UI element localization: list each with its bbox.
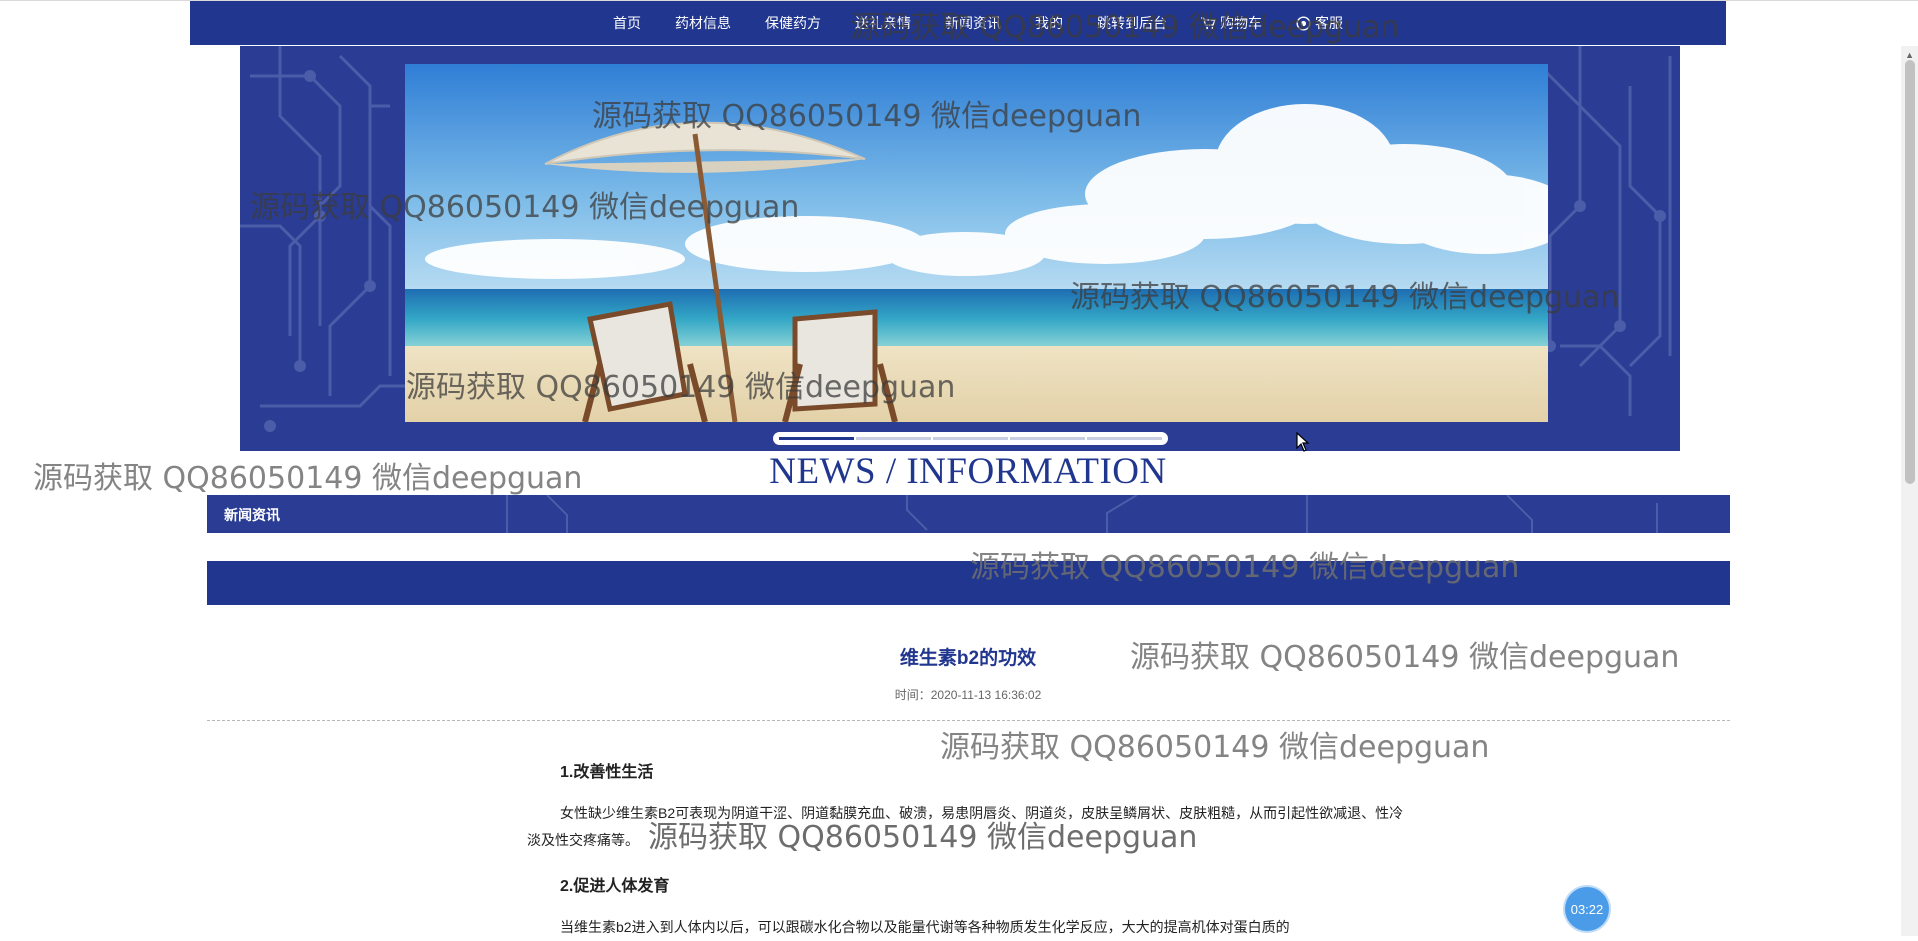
scroll-up-arrow-icon[interactable]: ▲ (1905, 50, 1914, 60)
section-body: 当维生素b2进入到人体内以后，可以跟碳水化合物以及能量代谢等各种物质发生化学反应… (560, 919, 1290, 935)
news-section-bar: 新闻资讯 (207, 495, 1730, 533)
section-bar-pattern (506, 495, 1658, 533)
nav-item-cart[interactable]: 购物车 (1184, 13, 1279, 33)
section-heading: 2.促进人体发育 (560, 878, 670, 895)
nav-item-label: 我的 (1035, 15, 1063, 31)
nav-item-label: 客服 (1315, 15, 1343, 31)
content-header-band (207, 561, 1730, 605)
nav-item-gifts[interactable]: 送礼亲情 (838, 13, 928, 33)
mouse-cursor-icon (1296, 432, 1310, 452)
banner-slide[interactable] (405, 64, 1548, 422)
section-heading: 1.改善性生活 (560, 764, 654, 781)
article-title: 维生素b2的功效 (899, 648, 1037, 669)
beach-image (405, 64, 1548, 422)
nav-item-support[interactable]: 客服 (1279, 13, 1360, 33)
timer-badge[interactable]: 03:22 (1565, 887, 1609, 931)
article-divider (207, 720, 1730, 721)
carousel-dot[interactable] (1010, 437, 1085, 440)
nav-item-home[interactable]: 首页 (596, 13, 658, 33)
carousel-dot[interactable] (856, 437, 931, 440)
carousel-dot[interactable] (933, 437, 1008, 440)
section-title: 新闻资讯 (224, 507, 280, 523)
support-icon (1296, 15, 1311, 31)
nav-item-mine[interactable]: 我的 (1018, 13, 1080, 33)
nav-item-label: 购物车 (1220, 15, 1262, 31)
nav-item-news[interactable]: 新闻资讯 (928, 13, 1018, 33)
news-english-title: NEWS / INFORMATION (769, 451, 1167, 492)
carousel-dot[interactable] (779, 437, 854, 440)
nav-item-label: 首页 (613, 15, 641, 31)
nav-item-health-prescriptions[interactable]: 保健药方 (748, 13, 838, 33)
time-label: 时间： (894, 688, 931, 702)
main-nav: 首页 药材信息 保健药方 送礼亲情 新闻资讯 我的 跳转到后台 购物车 客服 (190, 1, 1726, 45)
section-body: 女性缺少维生素B2可表现为阴道干涩、阴道黏膜充血、破溃，易患阴唇炎、阴道炎，皮肤… (527, 805, 1404, 848)
nav-item-admin[interactable]: 跳转到后台 (1080, 13, 1184, 33)
cart-icon (1201, 16, 1216, 29)
article-content: 1.改善性生活 女性缺少维生素B2可表现为阴道干涩、阴道黏膜充血、破溃，易患阴唇… (527, 758, 1411, 941)
carousel-indicators (773, 432, 1168, 445)
article-time: 时间：2020-11-13 16:36:02 (0, 686, 1918, 703)
nav-item-label: 新闻资讯 (945, 15, 1001, 31)
nav-item-herb-info[interactable]: 药材信息 (658, 13, 748, 33)
time-value: 2020-11-13 16:36:02 (930, 688, 1042, 702)
nav-item-label: 跳转到后台 (1097, 15, 1167, 31)
nav-item-label: 送礼亲情 (855, 15, 911, 31)
hero-banner (240, 46, 1680, 451)
scrollbar-thumb[interactable] (1905, 60, 1915, 484)
nav-item-label: 药材信息 (675, 15, 731, 31)
nav-item-label: 保健药方 (765, 15, 821, 31)
carousel-dot[interactable] (1087, 437, 1162, 440)
nav-items: 首页 药材信息 保健药方 送礼亲情 新闻资讯 我的 跳转到后台 购物车 客服 (596, 13, 1360, 33)
